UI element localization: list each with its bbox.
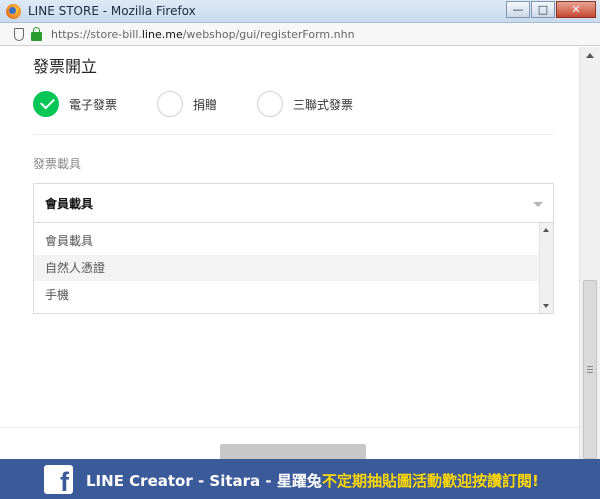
banner-creator-text: LINE Creator - Sitara - 星躍兔 — [86, 472, 322, 490]
facebook-icon: f — [44, 465, 73, 497]
dropdown-scrollbar[interactable] — [539, 223, 553, 313]
facebook-glyph: f — [60, 467, 69, 497]
url-host: line.me — [141, 28, 183, 41]
scroll-up-icon[interactable] — [586, 53, 594, 58]
carrier-select[interactable]: 會員載具 — [33, 183, 554, 223]
page-scrollbar[interactable] — [579, 47, 600, 459]
firefox-logo-icon — [6, 4, 21, 19]
chevron-down-icon[interactable] — [533, 202, 543, 207]
carrier-option-member[interactable]: 會員載具 — [34, 228, 540, 254]
facebook-watermark-banner: f LINE Creator - Sitara - 星躍兔 不定期抽貼圖活動歡迎… — [0, 459, 600, 499]
footer-divider — [0, 427, 579, 428]
maximize-button[interactable]: □ — [531, 1, 555, 18]
radio-unchecked-icon[interactable] — [157, 91, 183, 117]
invoice-type-radio-group: 電子發票 捐贈 三聯式發票 — [33, 91, 553, 119]
scroll-up-icon[interactable] — [543, 228, 549, 232]
radio-label: 捐贈 — [193, 97, 218, 112]
shield-icon[interactable] — [14, 28, 24, 41]
carrier-option-mobile[interactable]: 手機 — [34, 282, 540, 308]
close-button[interactable]: ✕ — [556, 1, 596, 18]
scroll-down-icon[interactable] — [543, 304, 549, 308]
scrollbar-grip-icon — [587, 366, 593, 373]
submit-button[interactable] — [220, 444, 366, 459]
url-text[interactable]: https://store-bill.line.me/webshop/gui/r… — [51, 28, 355, 41]
url-prefix: https://store-bill. — [51, 28, 142, 41]
radio-unchecked-icon[interactable] — [257, 91, 283, 117]
window-title: LINE STORE - Mozilla Firefox — [28, 4, 196, 18]
radio-label: 三聯式發票 — [293, 97, 354, 112]
radio-triplicate-invoice[interactable]: 三聯式發票 — [257, 91, 353, 117]
carrier-dropdown-list: 會員載具 自然人憑證 手機 — [33, 223, 554, 314]
banner-promo-text: 不定期抽貼圖活動歡迎按讚訂閱! — [322, 472, 539, 490]
address-bar[interactable]: https://store-bill.line.me/webshop/gui/r… — [0, 23, 600, 46]
scrollbar-thumb[interactable] — [583, 280, 597, 459]
lock-icon[interactable] — [31, 27, 42, 41]
section-divider — [33, 134, 553, 135]
invoice-section-title: 發票開立 — [33, 57, 98, 76]
window-controls: — □ ✕ — [506, 1, 596, 18]
window-titlebar: LINE STORE - Mozilla Firefox — □ ✕ — [0, 0, 600, 23]
radio-checked-icon[interactable] — [33, 91, 59, 117]
carrier-option-citizen-certificate[interactable]: 自然人憑證 — [34, 255, 540, 281]
radio-label: 電子發票 — [69, 97, 118, 112]
carrier-field-label: 發票載具 — [33, 157, 82, 171]
minimize-button[interactable]: — — [506, 1, 530, 18]
radio-e-invoice[interactable]: 電子發票 — [33, 91, 117, 117]
page-content: 發票開立 電子發票 捐贈 三聯式發票 發票載具 會員載具 會員載具 自然人憑證 … — [0, 47, 579, 459]
carrier-select-value: 會員載具 — [45, 197, 94, 211]
url-path: /webshop/gui/registerForm.nhn — [182, 28, 355, 41]
radio-donation[interactable]: 捐贈 — [157, 91, 217, 117]
